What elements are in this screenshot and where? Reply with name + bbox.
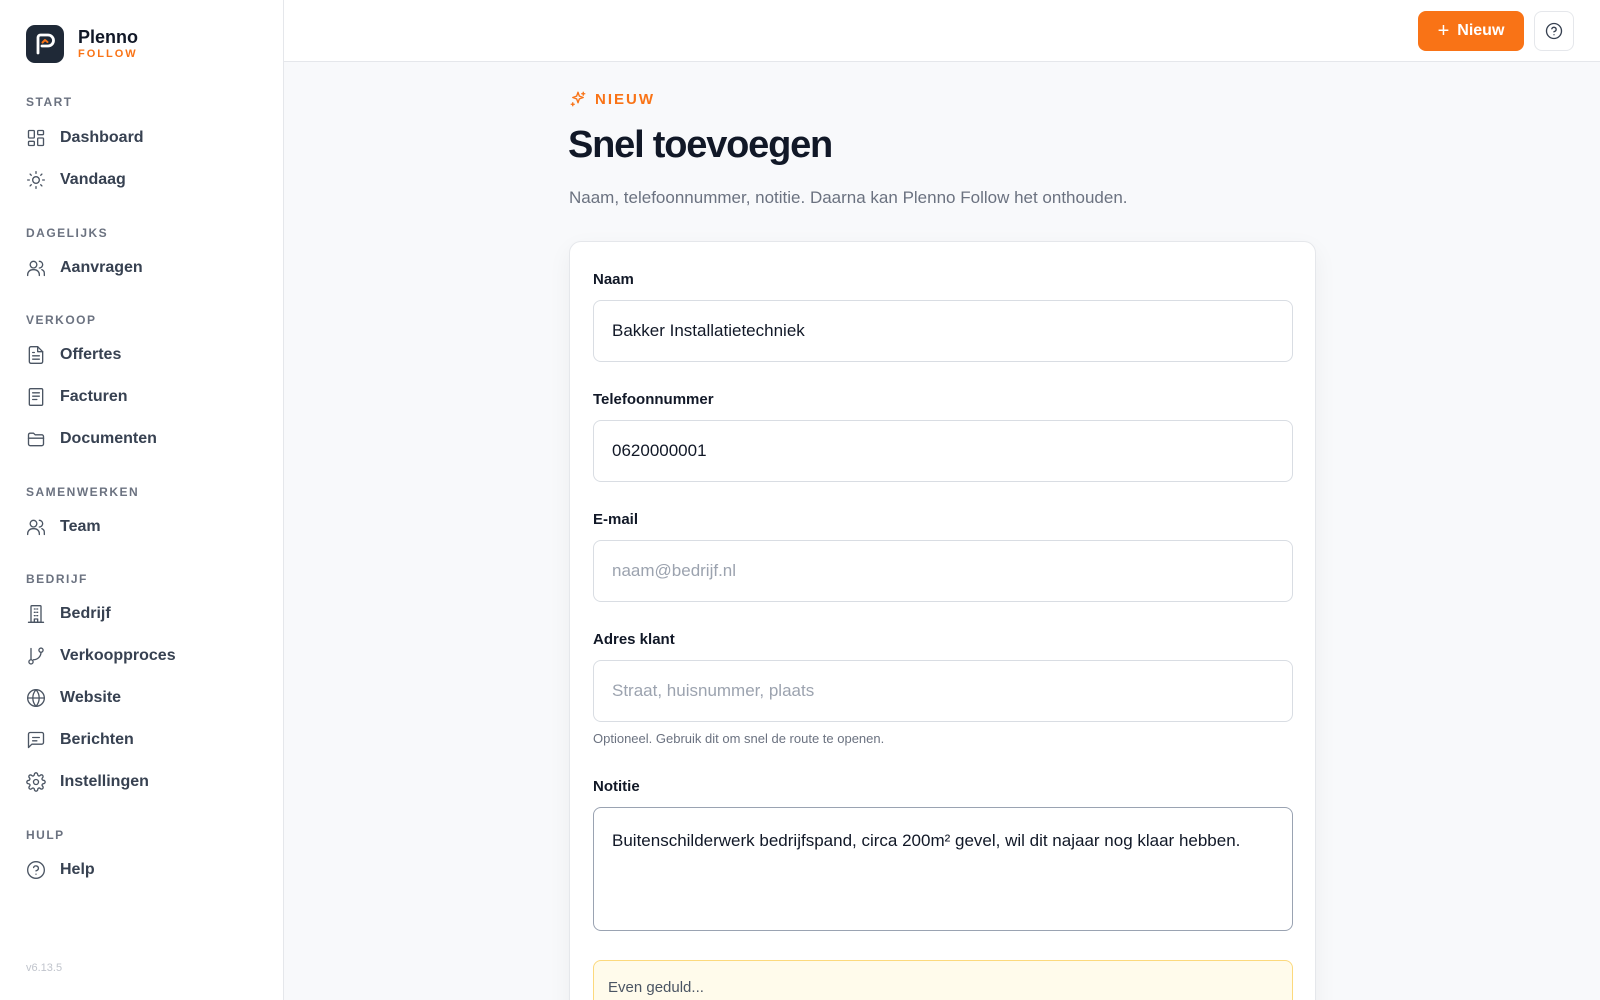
sidebar-item-label: Aanvragen — [60, 259, 143, 276]
topbar — [284, 0, 1600, 62]
email-label: E-mail — [593, 511, 639, 528]
brand-name: Plenno — [78, 27, 139, 47]
brand[interactable]: Plenno FOLLOW — [26, 25, 138, 63]
phone-label: Telefoonnummer — [593, 391, 714, 408]
sidebar-item-documenten[interactable]: Documenten — [26, 424, 157, 454]
sparkle-icon — [570, 91, 586, 107]
sidebar-item-label: Verkoopproces — [60, 647, 176, 664]
sidebar: Plenno FOLLOW START Dashboard Vandaag DA… — [0, 0, 284, 1000]
sidebar-item-berichten[interactable]: Berichten — [26, 725, 134, 755]
name-label: Naam — [593, 271, 634, 288]
dashboard-icon — [27, 129, 45, 147]
building-icon — [27, 605, 45, 623]
gear-icon — [26, 772, 46, 792]
sidebar-item-dashboard[interactable]: Dashboard — [26, 123, 144, 153]
git-branch-icon — [28, 647, 44, 665]
users-icon — [27, 260, 45, 277]
quick-add-form: Naam Telefoonnummer E-mail Adres klant O… — [569, 241, 1316, 1000]
section-title-start: START — [26, 95, 73, 109]
sidebar-item-vandaag[interactable]: Vandaag — [26, 165, 126, 195]
sidebar-item-facturen[interactable]: Facturen — [26, 382, 128, 412]
status-message: Even geduld... — [593, 960, 1293, 1000]
help-circle-icon — [27, 861, 45, 879]
sun-icon — [27, 171, 45, 189]
sidebar-item-help[interactable]: Help — [26, 855, 95, 885]
brand-subtitle: FOLLOW — [78, 48, 138, 60]
phone-input[interactable] — [593, 420, 1293, 482]
sidebar-item-verkoopproces[interactable]: Verkoopproces — [26, 641, 176, 671]
note-textarea[interactable]: Buitenschilderwerk bedrijfspand, circa 2… — [593, 807, 1293, 931]
sidebar-item-label: Instellingen — [60, 773, 149, 790]
folder-icon — [27, 432, 45, 447]
sidebar-item-website[interactable]: Website — [26, 683, 121, 713]
page-title: Snel toevoegen — [568, 124, 833, 166]
sidebar-item-label: Offertes — [60, 346, 122, 363]
message-icon — [27, 731, 45, 749]
plus-icon: + — [1437, 20, 1450, 42]
sidebar-item-label: Help — [60, 861, 95, 878]
sidebar-item-label: Bedrijf — [60, 605, 111, 622]
eyebrow-label: NIEUW — [595, 90, 655, 108]
name-input[interactable] — [593, 300, 1293, 362]
sidebar-item-label: Website — [60, 689, 122, 706]
help-circle-icon — [1545, 22, 1563, 40]
receipt-icon — [28, 388, 44, 406]
section-title-dagelijks: DAGELIJKS — [26, 226, 109, 240]
sidebar-item-team[interactable]: Team — [26, 512, 101, 542]
sidebar-item-aanvragen[interactable]: Aanvragen — [26, 253, 143, 283]
new-button[interactable]: + Nieuw — [1418, 11, 1524, 51]
globe-icon — [27, 689, 45, 707]
sidebar-item-label: Dashboard — [60, 129, 144, 146]
address-label: Adres klant — [593, 631, 675, 648]
sidebar-item-offertes[interactable]: Offertes — [26, 340, 121, 370]
address-input[interactable] — [593, 660, 1293, 722]
sidebar-item-label: Berichten — [60, 731, 134, 748]
section-title-samenwerken: SAMENWERKEN — [26, 485, 140, 499]
email-input[interactable] — [593, 540, 1293, 602]
sidebar-item-label: Team — [60, 518, 101, 535]
section-title-bedrijf: BEDRIJF — [26, 572, 88, 586]
sidebar-item-label: Facturen — [60, 388, 128, 405]
section-title-hulp: HULP — [26, 828, 65, 842]
section-title-verkoop: VERKOOP — [26, 313, 97, 327]
page-eyebrow: NIEUW — [569, 90, 655, 108]
sidebar-item-instellingen[interactable]: Instellingen — [26, 767, 149, 797]
plenno-logo-icon — [26, 25, 64, 63]
sidebar-item-label: Vandaag — [60, 171, 126, 188]
file-text-icon — [28, 346, 44, 364]
users-icon — [27, 519, 45, 536]
note-label: Notitie — [593, 778, 640, 795]
sidebar-item-label: Documenten — [60, 430, 157, 447]
help-button[interactable] — [1534, 11, 1574, 51]
sidebar-item-bedrijf[interactable]: Bedrijf — [26, 599, 111, 629]
address-hint: Optioneel. Gebruik dit om snel de route … — [593, 731, 885, 746]
page-subtitle: Naam, telefoonnummer, notitie. Daarna ka… — [569, 188, 1128, 207]
status-text: Even geduld... — [608, 979, 704, 996]
app-version: v6.13.5 — [26, 962, 63, 974]
new-button-label: Nieuw — [1457, 22, 1505, 39]
